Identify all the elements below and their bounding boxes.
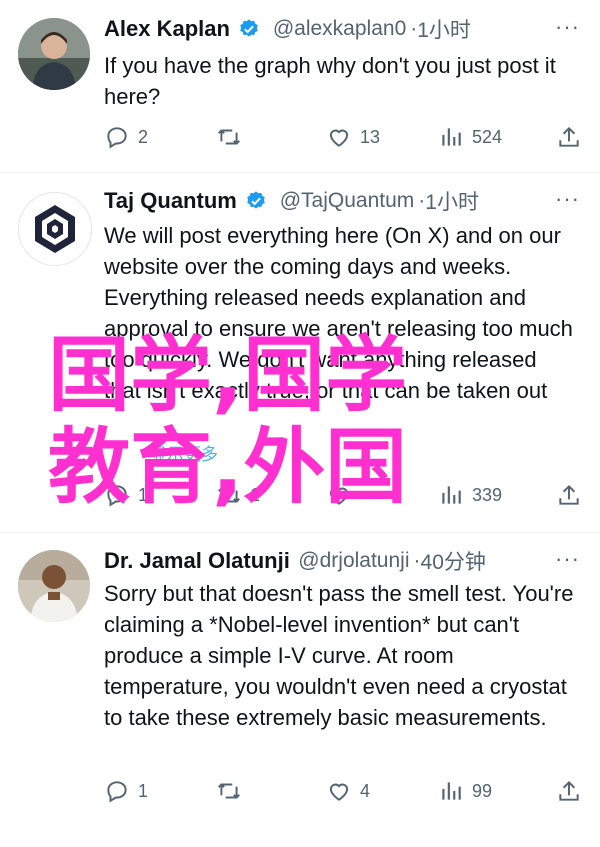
more-options-icon[interactable]: ···: [555, 14, 580, 40]
dot-separator: ·: [413, 549, 421, 572]
reply-icon: [107, 781, 127, 803]
retweet-button[interactable]: 1: [216, 480, 260, 510]
reply-button[interactable]: 1: [104, 480, 148, 510]
reply-count: 1: [138, 780, 149, 801]
author-name[interactable]: Alex Kaplan: [104, 16, 230, 41]
action-bar: 1 4 99: [104, 776, 584, 806]
like-count: 13: [360, 126, 381, 147]
retweet-icon: [218, 487, 240, 503]
views-count: 99: [472, 780, 493, 801]
share-icon: [559, 126, 579, 147]
author-handle[interactable]: @TajQuantum: [280, 189, 415, 212]
reply-count: 2: [138, 126, 149, 147]
timestamp[interactable]: 40分钟: [421, 551, 486, 574]
reply-icon: [107, 485, 127, 507]
action-bar: 1 1 339: [104, 480, 584, 510]
author-name[interactable]: Dr. Jamal Olatunji: [104, 548, 290, 573]
reply-button[interactable]: 1: [104, 776, 148, 806]
verified-badge-icon: [247, 191, 266, 209]
views-button[interactable]: 524: [438, 122, 502, 152]
avatar[interactable]: [18, 550, 90, 622]
show-more-link[interactable]: 显示更多: [150, 440, 218, 465]
share-icon: [559, 780, 579, 801]
heart-icon: [329, 487, 349, 505]
timestamp[interactable]: 1小时: [417, 19, 471, 42]
views-count: 524: [472, 126, 503, 147]
more-options-icon[interactable]: ···: [555, 186, 580, 212]
timestamp[interactable]: 1小时: [425, 191, 479, 214]
views-button[interactable]: 339: [438, 480, 502, 510]
views-count: 339: [472, 484, 503, 505]
reply-count: 1: [138, 484, 149, 505]
tweet-text: If you have the graph why don't you just…: [104, 53, 556, 109]
tweet[interactable]: Taj Quantum @TajQuantum ·1小时 ··· We will …: [0, 172, 600, 533]
retweet-button[interactable]: [216, 122, 250, 152]
tweet-text: We will post everything here (On X) and …: [104, 223, 573, 403]
retweet-icon: [218, 783, 240, 799]
like-button[interactable]: [326, 480, 360, 510]
hexagon-logo-icon: [35, 205, 75, 253]
views-chart-icon: [442, 782, 461, 800]
verified-badge-icon: [240, 19, 259, 37]
views-button[interactable]: 99: [438, 776, 492, 806]
avatar[interactable]: [18, 192, 92, 266]
heart-icon: [329, 783, 349, 801]
share-button[interactable]: [556, 776, 582, 806]
like-count: 4: [360, 780, 371, 801]
like-button[interactable]: 13: [326, 122, 380, 152]
tweet-text: Sorry but that doesn't pass the smell te…: [104, 581, 574, 730]
action-bar: 2 13 524: [104, 122, 584, 152]
author-handle[interactable]: @alexkaplan0: [273, 17, 406, 40]
tweet[interactable]: Alex Kaplan @alexkaplan0·1小时 ··· If you …: [0, 0, 600, 173]
reply-button[interactable]: 2: [104, 122, 148, 152]
like-button[interactable]: 4: [326, 776, 370, 806]
avatar[interactable]: [18, 18, 90, 90]
more-options-icon[interactable]: ···: [555, 546, 580, 572]
retweet-count: 1: [250, 484, 261, 505]
heart-icon: [329, 129, 349, 147]
tweet[interactable]: Dr. Jamal Olatunji @drjolatunji ·40分钟 ···…: [0, 532, 600, 847]
views-chart-icon: [442, 128, 461, 146]
views-chart-icon: [442, 486, 461, 504]
share-button[interactable]: [556, 480, 582, 510]
retweet-icon: [218, 129, 240, 145]
reply-icon: [107, 127, 127, 149]
share-button[interactable]: [556, 122, 582, 152]
author-name[interactable]: Taj Quantum: [104, 188, 237, 213]
retweet-button[interactable]: [216, 776, 250, 806]
share-icon: [559, 484, 579, 505]
author-handle[interactable]: @drjolatunji: [298, 549, 409, 572]
